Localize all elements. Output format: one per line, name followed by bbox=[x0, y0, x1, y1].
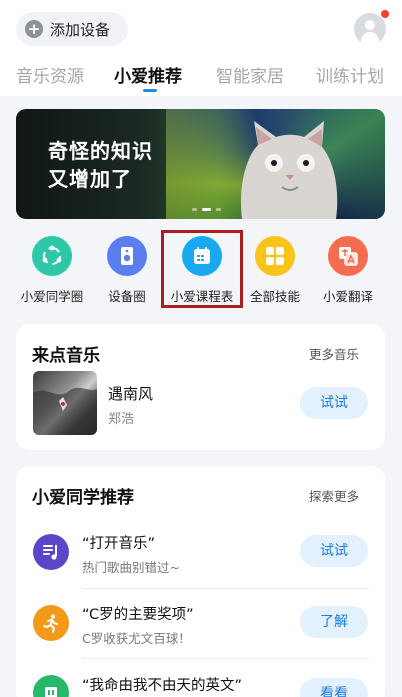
tab-music-resources[interactable]: 音乐资源 bbox=[16, 62, 84, 87]
recommend-item-title: “C罗的主要奖项” bbox=[82, 607, 194, 623]
notification-badge bbox=[381, 10, 389, 18]
recommend-item-title: “打开音乐” bbox=[82, 536, 156, 552]
speaker-icon bbox=[107, 236, 147, 276]
avatar[interactable] bbox=[354, 13, 386, 45]
tab-xiaoai-recommend[interactable]: 小爱推荐 bbox=[114, 62, 182, 87]
carousel-dot-active bbox=[202, 208, 211, 211]
banner[interactable]: 奇怪的知识 又增加了 bbox=[16, 109, 385, 219]
music-note-icon bbox=[33, 534, 69, 570]
recommend-item-subtitle: 热门歌曲别错过~ bbox=[82, 560, 180, 575]
user-icon-body bbox=[361, 32, 379, 45]
tab-bar: 音乐资源 小爱推荐 智能家居 训练计划 bbox=[0, 62, 402, 90]
recommend-card-title: 小爱同学推荐 bbox=[32, 488, 134, 508]
shortcut-label: 小爱翻译 bbox=[322, 289, 373, 304]
add-device-label: 添加设备 bbox=[50, 20, 111, 39]
shortcut-label: 小爱同学圈 bbox=[20, 289, 84, 304]
album-cover[interactable] bbox=[33, 371, 97, 435]
shortcut-all-skills[interactable]: 全部技能 bbox=[235, 236, 315, 305]
shortcut-xiaoai-circle[interactable]: 小爱同学圈 bbox=[12, 236, 92, 305]
translate-icon bbox=[328, 236, 368, 276]
grid-icon bbox=[255, 236, 295, 276]
cat-image bbox=[240, 121, 338, 219]
shortcut-label: 全部技能 bbox=[249, 289, 300, 304]
music-card: 来点音乐 更多音乐 遇南风 郑浩 试试 bbox=[16, 324, 385, 450]
banner-line-1: 奇怪的知识 bbox=[48, 139, 153, 163]
running-icon bbox=[33, 605, 69, 641]
carousel-dot bbox=[216, 208, 221, 211]
more-music-link[interactable]: 更多音乐 bbox=[309, 344, 359, 363]
shortcut-device-circle[interactable]: 设备圈 bbox=[87, 236, 167, 305]
tab-training-plan[interactable]: 训练计划 bbox=[316, 62, 384, 87]
shortcut-translate[interactable]: 小爱翻译 bbox=[308, 236, 388, 305]
top-bar: + 添加设备 音乐资源 小爱推荐 智能家居 训练计划 bbox=[0, 0, 402, 96]
recommend-item-subtitle: C罗收获尤文百球！ bbox=[82, 631, 191, 646]
music-card-title: 来点音乐 bbox=[32, 346, 100, 366]
recommend-item-title: “我命由我不由天的英文” bbox=[82, 678, 243, 694]
plus-icon: + bbox=[25, 20, 43, 38]
song-artist: 郑浩 bbox=[108, 412, 135, 427]
banner-title: 奇怪的知识 又增加了 bbox=[48, 137, 153, 193]
shortcut-label: 设备圈 bbox=[108, 289, 146, 304]
try-button[interactable]: 试试 bbox=[300, 535, 368, 567]
tab-indicator bbox=[143, 89, 157, 92]
robot-icon bbox=[33, 675, 69, 697]
divider bbox=[82, 658, 369, 659]
divider bbox=[82, 588, 369, 589]
highlight-box bbox=[161, 230, 243, 308]
song-title[interactable]: 遇南风 bbox=[108, 383, 153, 404]
tab-smart-home[interactable]: 智能家居 bbox=[216, 62, 284, 87]
add-device-button[interactable]: + 添加设备 bbox=[16, 12, 128, 46]
share-circle-icon bbox=[32, 236, 72, 276]
explore-more-link[interactable]: 探索更多 bbox=[309, 486, 359, 505]
learn-button[interactable]: 了解 bbox=[300, 606, 368, 638]
user-icon bbox=[365, 20, 375, 30]
carousel-dot bbox=[192, 208, 197, 211]
recommend-card: 小爱同学推荐 探索更多 “打开音乐” 热门歌曲别错过~ 试试 “C罗的主要奖项”… bbox=[16, 466, 385, 697]
banner-line-2: 又增加了 bbox=[48, 167, 132, 191]
try-song-button[interactable]: 试试 bbox=[300, 387, 368, 419]
view-button[interactable]: 看看 bbox=[300, 678, 368, 697]
carousel-dots bbox=[192, 208, 221, 211]
